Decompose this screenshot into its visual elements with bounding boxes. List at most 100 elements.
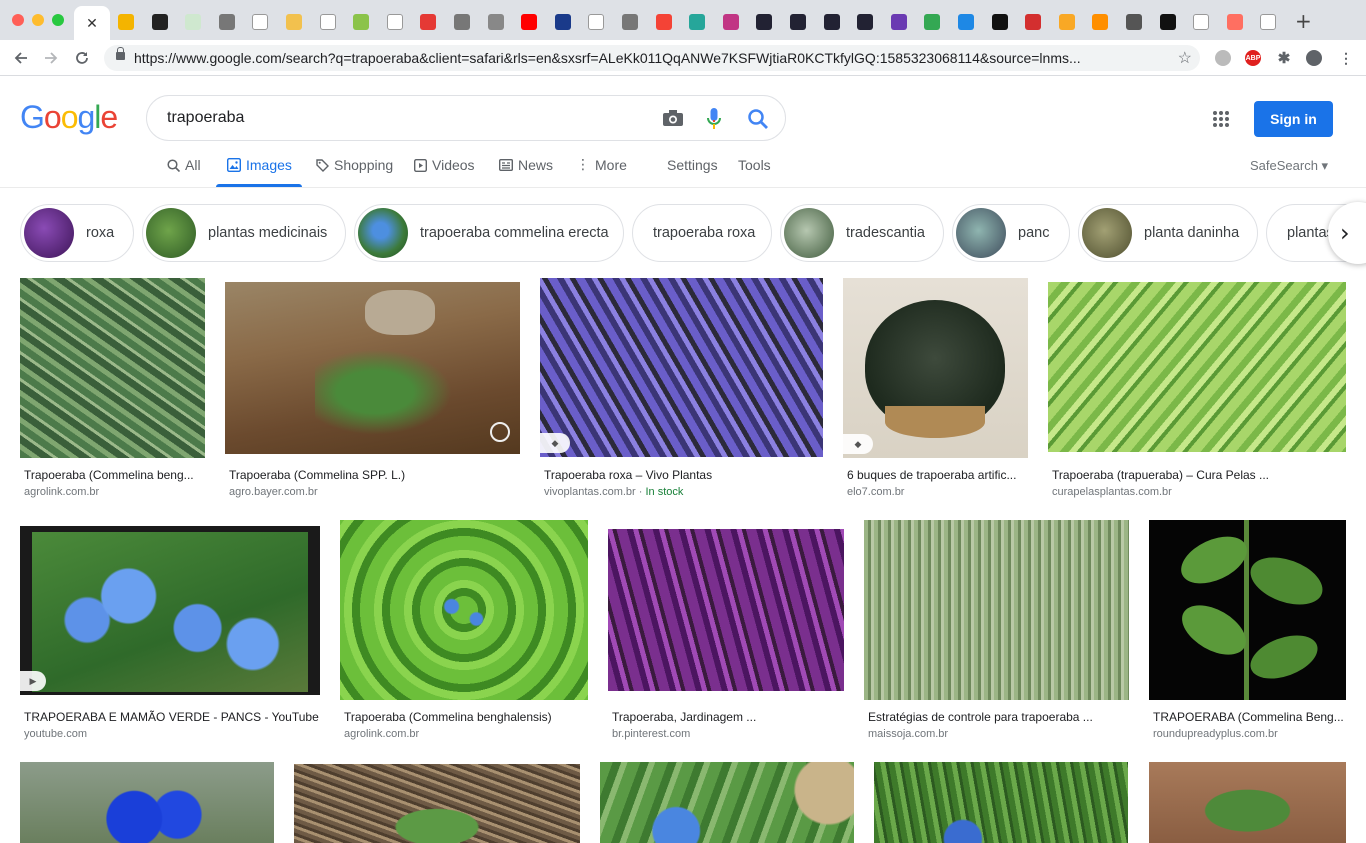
tab-favicon-icon[interactable] bbox=[991, 14, 1008, 30]
active-tab[interactable]: ✕ bbox=[74, 6, 110, 40]
tab-favicon-icon[interactable] bbox=[689, 14, 706, 30]
extension-icon[interactable] bbox=[1215, 50, 1231, 66]
tab-favicon-icon[interactable] bbox=[353, 14, 370, 30]
result-title[interactable]: Estratégias de controle para trapoeraba … bbox=[868, 710, 1130, 724]
tab-images[interactable]: Images bbox=[227, 157, 292, 173]
tab-favicon-icon[interactable] bbox=[1226, 14, 1243, 30]
result-title[interactable]: Trapoeraba (Commelina benghalensis) bbox=[344, 710, 589, 724]
result-title[interactable]: Trapoeraba roxa – Vivo Plantas bbox=[544, 468, 824, 482]
zoom-window-button[interactable] bbox=[52, 14, 64, 26]
result-thumbnail[interactable]: ▶ bbox=[20, 526, 320, 695]
tab-favicon-icon[interactable] bbox=[622, 14, 638, 30]
tab-favicon-icon[interactable] bbox=[655, 14, 672, 30]
result-title[interactable]: Trapoeraba (Commelina beng... bbox=[24, 468, 204, 482]
result-title[interactable]: Trapoeraba, Jardinagem ... bbox=[612, 710, 844, 724]
result-thumbnail[interactable] bbox=[294, 764, 580, 843]
tab-favicon-icon[interactable] bbox=[958, 14, 974, 30]
tab-more[interactable]: ⋮ More bbox=[576, 157, 627, 173]
tab-favicon-icon[interactable] bbox=[1159, 14, 1176, 30]
tab-news[interactable]: News bbox=[499, 157, 553, 173]
tab-favicon-icon[interactable] bbox=[420, 14, 437, 30]
tab-favicon-icon[interactable] bbox=[823, 14, 840, 30]
reload-button[interactable] bbox=[71, 47, 93, 69]
tab-shopping[interactable]: Shopping bbox=[316, 157, 393, 173]
profile-avatar-icon[interactable] bbox=[1306, 50, 1322, 66]
tab-favicon-icon[interactable] bbox=[1193, 14, 1210, 30]
tab-favicon-icon[interactable] bbox=[588, 14, 605, 30]
tab-favicon-icon[interactable] bbox=[454, 14, 470, 30]
result-title[interactable]: TRAPOERABA (Commelina Beng... bbox=[1153, 710, 1347, 724]
settings-link[interactable]: Settings bbox=[667, 157, 718, 173]
search-input[interactable]: trapoeraba bbox=[167, 109, 244, 127]
result-thumbnail[interactable] bbox=[20, 762, 274, 843]
result-title[interactable]: 6 buques de trapoeraba artific... bbox=[847, 468, 1027, 482]
tab-favicon-icon[interactable] bbox=[722, 14, 739, 30]
result-title[interactable]: TRAPOERABA E MAMÃO VERDE - PANCS - YouTu… bbox=[24, 710, 320, 724]
tab-favicon-icon[interactable] bbox=[487, 14, 504, 30]
result-thumbnail[interactable] bbox=[340, 520, 588, 700]
result-thumbnail[interactable] bbox=[864, 520, 1129, 700]
close-window-button[interactable] bbox=[12, 14, 24, 26]
tab-favicon-icon[interactable] bbox=[319, 14, 336, 30]
tab-favicon-icon[interactable] bbox=[1058, 14, 1075, 30]
result-thumbnail[interactable] bbox=[1149, 762, 1346, 843]
chip-tradescantia[interactable]: tradescantia bbox=[780, 204, 944, 262]
url-text[interactable]: https://www.google.com/search?q=trapoera… bbox=[134, 50, 1164, 66]
chip-plantas-medicinais[interactable]: plantas medicinais bbox=[142, 204, 346, 262]
tab-favicon-icon[interactable] bbox=[118, 14, 134, 30]
tab-favicon-icon[interactable] bbox=[1025, 14, 1042, 30]
microphone-icon[interactable] bbox=[707, 108, 721, 130]
puzzle-extensions-icon[interactable]: ✱ bbox=[1276, 50, 1292, 67]
tab-favicon-icon[interactable] bbox=[218, 14, 235, 30]
tab-favicon-icon[interactable] bbox=[252, 14, 269, 30]
result-thumbnail[interactable] bbox=[1048, 282, 1346, 452]
tab-favicon-icon[interactable] bbox=[1260, 14, 1277, 30]
result-thumbnail[interactable] bbox=[225, 282, 520, 454]
tab-favicon-icon[interactable] bbox=[386, 14, 403, 30]
tab-all[interactable]: All bbox=[167, 157, 201, 173]
kebab-menu-icon[interactable]: ⋮ bbox=[1338, 50, 1354, 66]
tab-favicon-icon[interactable] bbox=[554, 14, 571, 30]
forward-button[interactable] bbox=[40, 47, 62, 69]
back-button[interactable] bbox=[10, 47, 32, 69]
result-thumbnail[interactable]: ◆ bbox=[540, 278, 823, 457]
close-icon[interactable]: ✕ bbox=[86, 15, 98, 32]
new-tab-button[interactable]: + bbox=[1295, 9, 1312, 33]
chip-trapoeraba-roxa[interactable]: trapoeraba roxa bbox=[632, 204, 772, 262]
minimize-window-button[interactable] bbox=[32, 14, 44, 26]
result-thumbnail[interactable] bbox=[20, 278, 205, 458]
tab-favicon-icon[interactable] bbox=[286, 14, 302, 30]
chip-commelina-erecta[interactable]: trapoeraba commelina erecta bbox=[354, 204, 624, 262]
tab-favicon-icon[interactable] bbox=[151, 14, 168, 30]
tab-favicon-icon[interactable] bbox=[1092, 14, 1109, 30]
result-title[interactable]: Trapoeraba (trapueraba) – Cura Pelas ... bbox=[1052, 468, 1342, 482]
result-thumbnail[interactable] bbox=[608, 529, 844, 691]
result-title[interactable]: Trapoeraba (Commelina SPP. L.) bbox=[229, 468, 519, 482]
tools-link[interactable]: Tools bbox=[738, 157, 771, 173]
tab-favicon-icon[interactable] bbox=[857, 14, 874, 30]
tab-favicon-icon[interactable] bbox=[185, 14, 202, 30]
safesearch-dropdown[interactable]: SafeSearch ▾ bbox=[1250, 158, 1328, 174]
result-thumbnail[interactable] bbox=[874, 762, 1128, 843]
result-thumbnail[interactable]: ◆ bbox=[843, 278, 1028, 458]
adblock-extension-icon[interactable]: ABP bbox=[1245, 50, 1261, 66]
result-thumbnail[interactable] bbox=[1149, 520, 1346, 700]
tab-favicon-icon[interactable] bbox=[1126, 14, 1142, 30]
tab-favicon-icon[interactable] bbox=[521, 14, 538, 30]
result-thumbnail[interactable] bbox=[600, 762, 854, 843]
sign-in-button[interactable]: Sign in bbox=[1254, 101, 1333, 137]
tab-favicon-icon[interactable] bbox=[924, 14, 941, 30]
bookmark-star-icon[interactable]: ☆ bbox=[1178, 48, 1192, 68]
tab-favicon-icon[interactable] bbox=[890, 14, 907, 30]
chip-panc[interactable]: panc bbox=[952, 204, 1070, 262]
search-icon[interactable] bbox=[747, 108, 769, 130]
google-logo[interactable]: Google bbox=[20, 99, 118, 136]
tab-favicon-icon[interactable] bbox=[756, 14, 773, 30]
search-box[interactable]: trapoeraba bbox=[146, 95, 786, 141]
tab-favicon-icon[interactable] bbox=[790, 14, 806, 30]
apps-grid-icon[interactable] bbox=[1212, 110, 1230, 128]
chip-roxa[interactable]: roxa bbox=[20, 204, 134, 262]
address-bar[interactable]: https://www.google.com/search?q=trapoera… bbox=[104, 45, 1200, 71]
camera-icon[interactable] bbox=[663, 110, 683, 126]
tab-videos[interactable]: Videos bbox=[414, 157, 475, 173]
